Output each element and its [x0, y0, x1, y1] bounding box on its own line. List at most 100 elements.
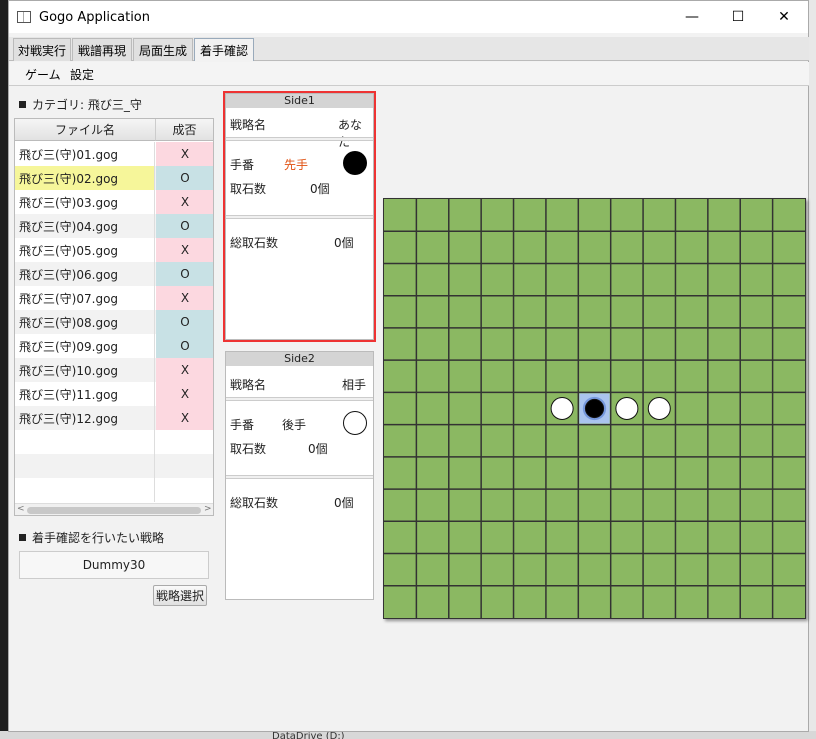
result-cell: X	[156, 406, 213, 430]
side1-strategy-value: あなた	[338, 118, 363, 149]
minimize-button[interactable]: —	[669, 1, 715, 33]
table-row[interactable]	[15, 478, 213, 502]
game-board[interactable]	[383, 198, 806, 619]
strategy-section-label: 着手確認を行いたい戦略	[19, 529, 164, 546]
table-row[interactable]: 飛び三(守)11.gog X	[15, 382, 213, 406]
side2-total-value: 0個	[334, 496, 354, 510]
table-row[interactable]: 飛び三(守)09.gog O	[15, 334, 213, 358]
side1-panel: Side1 戦略名 あなた 手番 先手 取石数 0個 総取石数 0個	[223, 91, 376, 342]
result-cell: O	[156, 334, 213, 358]
scroll-right-icon[interactable]: >	[204, 504, 212, 514]
side1-total-value: 0個	[334, 236, 354, 250]
menu-game[interactable]: ゲーム	[25, 66, 61, 83]
close-button[interactable]: ✕	[761, 1, 807, 33]
white-stone[interactable]	[550, 396, 574, 421]
scroll-left-icon[interactable]: <	[17, 504, 25, 514]
side1-captured-value: 0個	[310, 182, 330, 196]
table-row[interactable]: 飛び三(守)12.gog X	[15, 406, 213, 430]
result-cell: X	[156, 238, 213, 262]
table-row[interactable]: 飛び三(守)10.gog X	[15, 358, 213, 382]
strategy-field[interactable]: Dummy30	[19, 551, 209, 579]
menu-bar: ゲーム 設定	[9, 62, 809, 86]
title-bar: Gogo Application — ☐ ✕	[9, 1, 808, 33]
side2-header: Side2	[226, 352, 373, 366]
file-name-cell: 飛び三(守)08.gog	[15, 310, 155, 334]
bullet-square-icon	[19, 101, 26, 108]
table-row[interactable]: 飛び三(守)05.gog X	[15, 238, 213, 262]
tab-replay[interactable]: 戦譜再現	[72, 38, 132, 61]
column-header-filename[interactable]: ファイル名	[15, 119, 156, 141]
tab-position[interactable]: 局面生成	[133, 38, 193, 61]
file-table[interactable]: ファイル名 成否 飛び三(守)01.gog X 飛び三(守)02.gog O 飛び三(守…	[14, 118, 214, 516]
black-stone-icon	[343, 151, 367, 175]
result-cell: X	[156, 286, 213, 310]
table-row[interactable]: 飛び三(守)02.gog O	[15, 166, 213, 190]
file-name-cell	[15, 478, 155, 502]
tab-battle[interactable]: 対戦実行	[13, 38, 71, 61]
board-grid[interactable]	[384, 199, 805, 618]
background-window-right	[808, 0, 816, 739]
white-stone[interactable]	[615, 396, 639, 421]
file-name-cell: 飛び三(守)03.gog	[15, 190, 155, 214]
category-label: カテゴリ: 飛び三_守	[19, 96, 142, 113]
side2-captured-label: 取石数	[230, 442, 267, 456]
divider	[226, 397, 373, 401]
file-name-cell: 飛び三(守)09.gog	[15, 334, 155, 358]
result-cell: O	[156, 262, 213, 286]
side1-header: Side1	[226, 94, 373, 108]
file-name-cell: 飛び三(守)06.gog	[15, 262, 155, 286]
divider	[226, 137, 373, 141]
side1-captured-label: 取石数	[230, 182, 267, 196]
column-header-result[interactable]: 成否	[156, 119, 213, 141]
result-cell	[156, 478, 213, 502]
file-name-cell: 飛び三(守)11.gog	[15, 382, 155, 406]
file-name-cell: 飛び三(守)02.gog	[15, 166, 155, 190]
table-row[interactable]: 飛び三(守)08.gog O	[15, 310, 213, 334]
table-row[interactable]: 飛び三(守)03.gog X	[15, 190, 213, 214]
side1-turn-label: 手番	[230, 158, 255, 172]
window-title: Gogo Application	[39, 9, 151, 25]
file-name-cell	[15, 430, 155, 454]
menu-settings[interactable]: 設定	[70, 66, 94, 83]
scrollbar-thumb[interactable]	[27, 507, 201, 514]
table-row[interactable]: 飛び三(守)04.gog O	[15, 214, 213, 238]
side2-turn-value: 後手	[282, 418, 307, 432]
maximize-button[interactable]: ☐	[715, 1, 761, 33]
result-cell	[156, 454, 213, 478]
result-cell: X	[156, 382, 213, 406]
side2-captured-value: 0個	[308, 442, 328, 456]
table-row[interactable]: 飛び三(守)06.gog O	[15, 262, 213, 286]
result-cell: X	[156, 358, 213, 382]
divider	[226, 215, 373, 219]
side2-strategy-value: 相手	[342, 378, 367, 392]
side1-strategy-label: 戦略名	[230, 118, 267, 132]
black-stone[interactable]	[584, 398, 605, 419]
table-row[interactable]	[15, 454, 213, 478]
bullet-square-icon	[19, 534, 26, 541]
strategy-label-text: 着手確認を行いたい戦略	[32, 531, 165, 545]
table-row[interactable]	[15, 430, 213, 454]
file-name-cell: 飛び三(守)01.gog	[15, 142, 155, 166]
table-row[interactable]: 飛び三(守)07.gog X	[15, 286, 213, 310]
background-drive-label: DataDrive (D:)	[272, 731, 345, 739]
result-cell: O	[156, 310, 213, 334]
result-cell	[156, 430, 213, 454]
file-name-cell: 飛び三(守)05.gog	[15, 238, 155, 262]
horizontal-scrollbar[interactable]: < >	[15, 503, 213, 515]
select-strategy-button[interactable]: 戦略選択	[153, 585, 207, 606]
result-cell: X	[156, 190, 213, 214]
result-cell: O	[156, 214, 213, 238]
white-stone-icon	[343, 411, 367, 435]
side1-total-label: 総取石数	[230, 236, 279, 250]
result-cell: O	[156, 166, 213, 190]
tab-move-check[interactable]: 着手確認	[194, 38, 254, 61]
side2-strategy-label: 戦略名	[230, 378, 267, 392]
result-cell: X	[156, 142, 213, 166]
file-name-cell: 飛び三(守)10.gog	[15, 358, 155, 382]
file-name-cell: 飛び三(守)07.gog	[15, 286, 155, 310]
tab-bar: 対戦実行 戦譜再現 局面生成 着手確認	[9, 37, 809, 61]
app-window: Gogo Application — ☐ ✕ 対戦実行 戦譜再現 局面生成 着手…	[8, 0, 809, 732]
table-row[interactable]: 飛び三(守)01.gog X	[15, 142, 213, 166]
side2-panel: Side2 戦略名 相手 手番 後手 取石数 0個 総取石数 0個	[225, 351, 374, 600]
white-stone[interactable]	[647, 396, 671, 421]
